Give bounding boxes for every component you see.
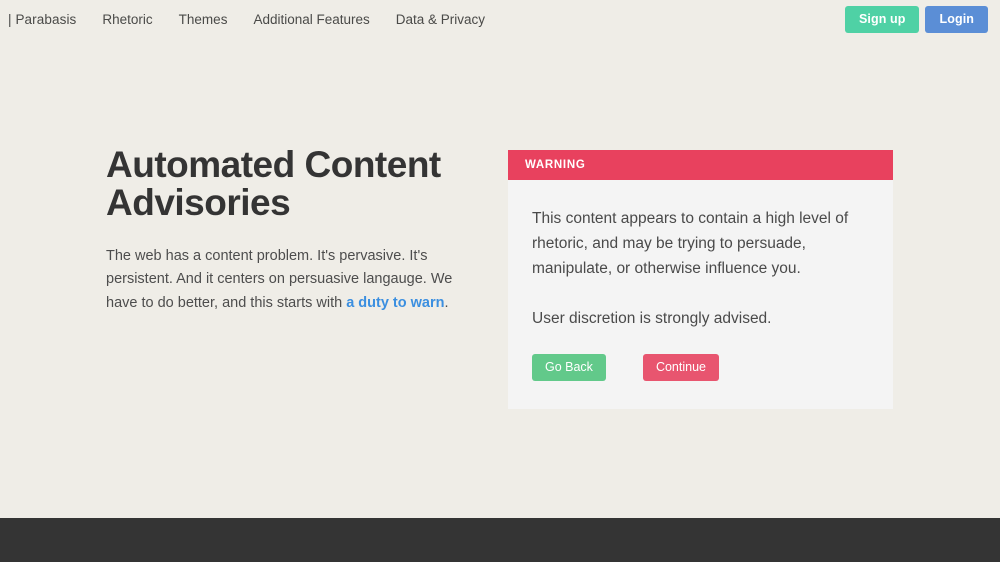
continue-button[interactable]: Continue: [642, 354, 719, 382]
login-button[interactable]: Login: [925, 6, 988, 33]
warning-card-actions: Go Back Continue: [532, 331, 869, 382]
go-back-button[interactable]: Go Back: [532, 354, 606, 382]
hero-text-after: .: [444, 294, 449, 311]
nav-item-themes[interactable]: Themes: [179, 12, 228, 27]
sign-up-button[interactable]: Sign up: [844, 6, 920, 33]
nav-item-rhetoric[interactable]: Rhetoric: [102, 12, 152, 27]
warning-card-body: This content appears to contain a high l…: [508, 180, 893, 409]
top-navigation-bar: | Parabasis Rhetoric Themes Additional F…: [0, 0, 1000, 39]
nav-item-additional-features[interactable]: Additional Features: [253, 12, 369, 27]
page-title: Automated Content Advisories: [106, 144, 441, 224]
duty-to-warn-link[interactable]: a duty to warn: [346, 295, 444, 311]
status-badge: WARNING: [525, 159, 586, 171]
nav-item-data-and-privacy[interactable]: Data & Privacy: [396, 12, 485, 27]
hero-description: The web has a content problem. It's perv…: [106, 223, 482, 315]
hero-section: Automated Content Advisories The web has…: [106, 144, 486, 315]
warning-message-secondary: User discretion is strongly advised.: [532, 310, 772, 328]
brand-logo[interactable]: | Parabasis: [8, 12, 76, 27]
page-footer: [0, 518, 1000, 562]
primary-nav-links: Rhetoric Themes Additional Features Data…: [76, 12, 485, 27]
warning-card: WARNING This content appears to contain …: [508, 150, 893, 410]
navbar-auth-buttons: Sign up Login: [844, 6, 988, 33]
warning-card-header: WARNING: [508, 150, 893, 180]
warning-message-primary: This content appears to contain a high l…: [532, 210, 849, 278]
main-content-area: Automated Content Advisories The web has…: [0, 39, 1000, 518]
navbar-left-group: | Parabasis Rhetoric Themes Additional F…: [0, 12, 485, 27]
